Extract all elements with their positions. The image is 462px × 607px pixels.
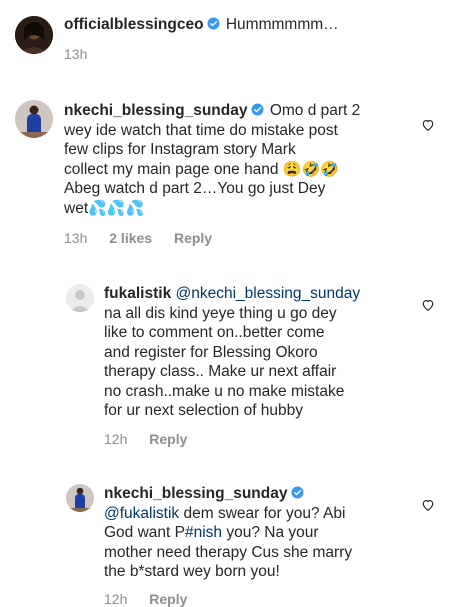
reply-text: for ur next selection of hubby [104, 402, 304, 419]
reply-text: dem swear for you? Abi [183, 504, 346, 522]
avatar[interactable] [66, 484, 94, 512]
reply-text: and register for Blessing Okoro [104, 343, 318, 361]
emoji: 😩🤣🤣 [282, 160, 339, 178]
comment-text: Omo d part 2 [269, 102, 361, 119]
hashtag-link[interactable]: #nish [185, 524, 222, 541]
avatar[interactable] [66, 284, 94, 312]
verified-badge-icon [291, 486, 303, 499]
comment-text: wey ide watch that time do mistake post [64, 121, 338, 139]
mention-link[interactable]: @fukalistik [104, 505, 179, 522]
heart-icon[interactable] [421, 298, 435, 312]
reply-text: the b*stard wey born you! [104, 563, 280, 580]
comment-text: Hummmmmm… [225, 16, 339, 33]
comment-meta: 13h 2 likes Reply [64, 230, 230, 246]
reply-button[interactable]: Reply [149, 431, 187, 447]
timestamp: 13h [64, 230, 88, 246]
timestamp: 12h [104, 591, 128, 607]
emoji: 💦💦💦 [88, 199, 145, 217]
reply-button[interactable]: Reply [149, 591, 187, 607]
comment-text: Abeg watch d part 2…You go just Dey [64, 180, 326, 197]
heart-icon[interactable] [421, 498, 435, 512]
comment-meta: 13h [64, 46, 105, 62]
avatar[interactable] [15, 16, 53, 54]
reply-text: God want P [104, 524, 185, 541]
timestamp: 12h [104, 431, 128, 447]
verified-badge-icon [251, 103, 263, 116]
reply-text: like to comment on..better come [104, 324, 325, 341]
timestamp: 13h [64, 46, 88, 62]
reply-body: fukalistik @nkechi_blessing_sunday na al… [104, 284, 424, 421]
reply-text: na all dis kind yeye thing u go dey [104, 304, 337, 322]
comment-body: officialblessingceo Hummmmmm… [64, 15, 339, 35]
reply-text: no crash..make u no make mistake [104, 382, 345, 400]
comment-text: few clips for Instagram story Mark [64, 141, 296, 158]
username[interactable]: nkechi_blessing_sunday [64, 102, 248, 119]
reply-button[interactable]: Reply [174, 230, 212, 246]
reply-meta: 12h Reply [104, 591, 205, 607]
heart-icon[interactable] [421, 118, 435, 132]
username[interactable]: fukalistik [104, 285, 171, 302]
avatar[interactable] [15, 100, 53, 138]
reply-text: therapy class.. Make ur next affair [104, 363, 337, 380]
username[interactable]: officialblessingceo [64, 16, 204, 33]
comment-body: nkechi_blessing_sunday Omo d part 2 wey … [64, 101, 424, 218]
likes-count[interactable]: 2 likes [109, 230, 152, 246]
reply-text: you? Na your [226, 524, 319, 541]
reply-text: mother need therapy Cus she marry [104, 543, 353, 561]
verified-badge-icon [207, 17, 220, 30]
reply-meta: 12h Reply [104, 431, 205, 447]
mention-link[interactable]: @nkechi_blessing_sunday [176, 285, 361, 302]
comment-text: wet [64, 199, 89, 217]
reply-body: nkechi_blessing_sunday @fukalistik dem s… [104, 484, 424, 582]
username[interactable]: nkechi_blessing_sunday [104, 485, 288, 502]
comment-text: collect my main page one hand [64, 160, 279, 178]
